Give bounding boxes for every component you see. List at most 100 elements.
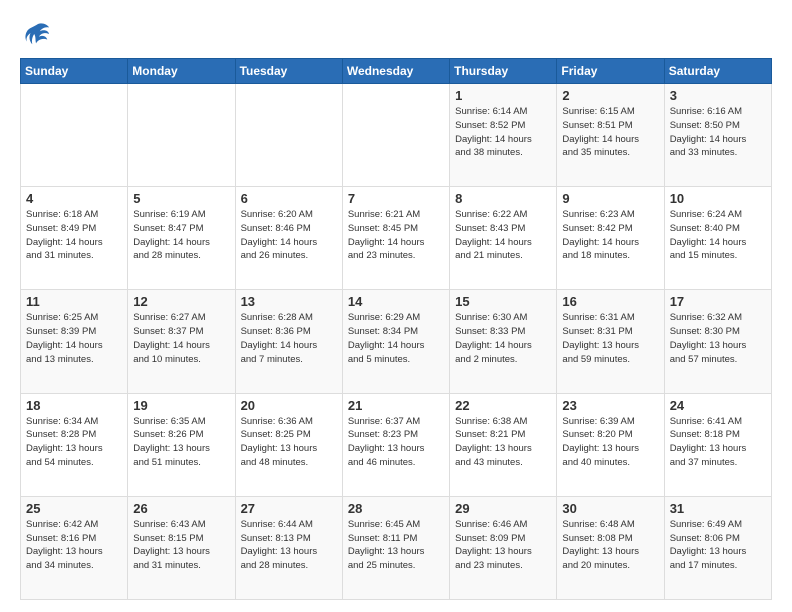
week-row-4: 18 Sunrise: 6:34 AM Sunset: 8:28 PM Dayli… xyxy=(21,393,772,496)
page: SundayMondayTuesdayWednesdayThursdayFrid… xyxy=(0,0,792,612)
calendar-cell: 21Sunrise: 6:37 AM Sunset: 8:23 PM Dayli… xyxy=(342,393,449,496)
day-info: Sunrise: 6:23 AM Sunset: 8:42 PM Dayligh… xyxy=(562,208,658,263)
day-number: 16 xyxy=(562,294,658,309)
calendar-cell: 2 Sunrise: 6:15 AM Sunset: 8:51 PM Daylig… xyxy=(557,84,664,187)
day-info: Sunrise: 6:24 AM Sunset: 8:40 PM Dayligh… xyxy=(670,208,766,263)
day-info: Sunrise: 6:48 AM Sunset: 8:08 PM Dayligh… xyxy=(562,518,658,573)
logo xyxy=(20,20,51,48)
day-info: Sunrise: 6:15 AM Sunset: 8:51 PM Dayligh… xyxy=(562,105,658,160)
logo-bird-icon xyxy=(23,20,51,48)
day-info: Sunrise: 6:27 AM Sunset: 8:37 PM Dayligh… xyxy=(133,311,229,366)
day-number: 4 xyxy=(26,191,122,206)
day-info: Sunrise: 6:21 AM Sunset: 8:45 PM Dayligh… xyxy=(348,208,444,263)
calendar-cell: 28 Sunrise: 6:45 AM Sunset: 8:11 PM Dayli… xyxy=(342,496,449,599)
day-number: 9 xyxy=(562,191,658,206)
day-number: 12 xyxy=(133,294,229,309)
day-info: Sunrise: 6:44 AM Sunset: 8:13 PM Dayligh… xyxy=(241,518,337,573)
day-info: Sunrise: 6:49 AM Sunset: 8:06 PM Dayligh… xyxy=(670,518,766,573)
calendar-cell: 26 Sunrise: 6:43 AM Sunset: 8:15 PM Dayli… xyxy=(128,496,235,599)
day-number: 23 xyxy=(562,398,658,413)
day-info: Sunrise: 6:30 AM Sunset: 8:33 PM Dayligh… xyxy=(455,311,551,366)
day-number: 1 xyxy=(455,88,551,103)
day-number: 8 xyxy=(455,191,551,206)
calendar-cell: 17 Sunrise: 6:32 AM Sunset: 8:30 PM Dayli… xyxy=(664,290,771,393)
calendar-cell: 12 Sunrise: 6:27 AM Sunset: 8:37 PM Dayli… xyxy=(128,290,235,393)
day-info: Sunrise: 6:37 AM Sunset: 8:23 PM Dayligh… xyxy=(348,415,444,470)
calendar-cell xyxy=(342,84,449,187)
day-number: 11 xyxy=(26,294,122,309)
weekday-header-saturday: Saturday xyxy=(664,59,771,84)
calendar-cell: 23 Sunrise: 6:39 AM Sunset: 8:20 PM Dayli… xyxy=(557,393,664,496)
calendar-cell: 27 Sunrise: 6:44 AM Sunset: 8:13 PM Dayli… xyxy=(235,496,342,599)
day-info: Sunrise: 6:25 AM Sunset: 8:39 PM Dayligh… xyxy=(26,311,122,366)
day-number: 14 xyxy=(348,294,444,309)
day-number: 26 xyxy=(133,501,229,516)
day-info: Sunrise: 6:18 AM Sunset: 8:49 PM Dayligh… xyxy=(26,208,122,263)
day-info: Sunrise: 6:45 AM Sunset: 8:11 PM Dayligh… xyxy=(348,518,444,573)
day-info: Sunrise: 6:20 AM Sunset: 8:46 PM Dayligh… xyxy=(241,208,337,263)
day-info: Sunrise: 6:41 AM Sunset: 8:18 PM Dayligh… xyxy=(670,415,766,470)
calendar-cell: 31 Sunrise: 6:49 AM Sunset: 8:06 PM Dayli… xyxy=(664,496,771,599)
day-number: 18 xyxy=(26,398,122,413)
calendar-cell: 25Sunrise: 6:42 AM Sunset: 8:16 PM Dayli… xyxy=(21,496,128,599)
calendar-cell: 4 Sunrise: 6:18 AM Sunset: 8:49 PM Daylig… xyxy=(21,187,128,290)
calendar-cell: 7Sunrise: 6:21 AM Sunset: 8:45 PM Daylig… xyxy=(342,187,449,290)
day-info: Sunrise: 6:34 AM Sunset: 8:28 PM Dayligh… xyxy=(26,415,122,470)
day-info: Sunrise: 6:35 AM Sunset: 8:26 PM Dayligh… xyxy=(133,415,229,470)
day-info: Sunrise: 6:43 AM Sunset: 8:15 PM Dayligh… xyxy=(133,518,229,573)
day-number: 27 xyxy=(241,501,337,516)
weekday-header-friday: Friday xyxy=(557,59,664,84)
day-number: 22 xyxy=(455,398,551,413)
day-info: Sunrise: 6:31 AM Sunset: 8:31 PM Dayligh… xyxy=(562,311,658,366)
calendar-cell xyxy=(128,84,235,187)
calendar-table: SundayMondayTuesdayWednesdayThursdayFrid… xyxy=(20,58,772,600)
weekday-header-tuesday: Tuesday xyxy=(235,59,342,84)
week-row-3: 11 Sunrise: 6:25 AM Sunset: 8:39 PM Dayli… xyxy=(21,290,772,393)
week-row-5: 25Sunrise: 6:42 AM Sunset: 8:16 PM Dayli… xyxy=(21,496,772,599)
day-number: 28 xyxy=(348,501,444,516)
day-number: 15 xyxy=(455,294,551,309)
calendar-cell: 22Sunrise: 6:38 AM Sunset: 8:21 PM Dayli… xyxy=(450,393,557,496)
day-number: 17 xyxy=(670,294,766,309)
calendar-cell xyxy=(235,84,342,187)
weekday-header-thursday: Thursday xyxy=(450,59,557,84)
day-info: Sunrise: 6:22 AM Sunset: 8:43 PM Dayligh… xyxy=(455,208,551,263)
calendar-header: SundayMondayTuesdayWednesdayThursdayFrid… xyxy=(21,59,772,84)
weekday-row: SundayMondayTuesdayWednesdayThursdayFrid… xyxy=(21,59,772,84)
day-info: Sunrise: 6:14 AM Sunset: 8:52 PM Dayligh… xyxy=(455,105,551,160)
week-row-1: 1 Sunrise: 6:14 AM Sunset: 8:52 PM Daylig… xyxy=(21,84,772,187)
day-number: 29 xyxy=(455,501,551,516)
day-number: 31 xyxy=(670,501,766,516)
calendar-cell: 1 Sunrise: 6:14 AM Sunset: 8:52 PM Daylig… xyxy=(450,84,557,187)
day-info: Sunrise: 6:28 AM Sunset: 8:36 PM Dayligh… xyxy=(241,311,337,366)
calendar-cell: 14 Sunrise: 6:29 AM Sunset: 8:34 PM Dayli… xyxy=(342,290,449,393)
calendar-body: 1 Sunrise: 6:14 AM Sunset: 8:52 PM Daylig… xyxy=(21,84,772,600)
calendar-cell: 8 Sunrise: 6:22 AM Sunset: 8:43 PM Daylig… xyxy=(450,187,557,290)
calendar-cell: 6Sunrise: 6:20 AM Sunset: 8:46 PM Daylig… xyxy=(235,187,342,290)
day-number: 30 xyxy=(562,501,658,516)
calendar-cell: 3Sunrise: 6:16 AM Sunset: 8:50 PM Daylig… xyxy=(664,84,771,187)
day-number: 2 xyxy=(562,88,658,103)
calendar-cell: 30 Sunrise: 6:48 AM Sunset: 8:08 PM Dayli… xyxy=(557,496,664,599)
calendar-cell: 5Sunrise: 6:19 AM Sunset: 8:47 PM Daylig… xyxy=(128,187,235,290)
calendar-cell: 24 Sunrise: 6:41 AM Sunset: 8:18 PM Dayli… xyxy=(664,393,771,496)
calendar-cell xyxy=(21,84,128,187)
day-info: Sunrise: 6:39 AM Sunset: 8:20 PM Dayligh… xyxy=(562,415,658,470)
calendar-cell: 29 Sunrise: 6:46 AM Sunset: 8:09 PM Dayli… xyxy=(450,496,557,599)
day-info: Sunrise: 6:19 AM Sunset: 8:47 PM Dayligh… xyxy=(133,208,229,263)
day-number: 13 xyxy=(241,294,337,309)
calendar-cell: 20Sunrise: 6:36 AM Sunset: 8:25 PM Dayli… xyxy=(235,393,342,496)
day-number: 24 xyxy=(670,398,766,413)
day-info: Sunrise: 6:42 AM Sunset: 8:16 PM Dayligh… xyxy=(26,518,122,573)
calendar-cell: 19Sunrise: 6:35 AM Sunset: 8:26 PM Dayli… xyxy=(128,393,235,496)
day-info: Sunrise: 6:46 AM Sunset: 8:09 PM Dayligh… xyxy=(455,518,551,573)
day-number: 3 xyxy=(670,88,766,103)
calendar-cell: 10Sunrise: 6:24 AM Sunset: 8:40 PM Dayli… xyxy=(664,187,771,290)
weekday-header-monday: Monday xyxy=(128,59,235,84)
calendar-cell: 16 Sunrise: 6:31 AM Sunset: 8:31 PM Dayli… xyxy=(557,290,664,393)
calendar-cell: 15 Sunrise: 6:30 AM Sunset: 8:33 PM Dayli… xyxy=(450,290,557,393)
weekday-header-wednesday: Wednesday xyxy=(342,59,449,84)
day-info: Sunrise: 6:29 AM Sunset: 8:34 PM Dayligh… xyxy=(348,311,444,366)
calendar-cell: 18 Sunrise: 6:34 AM Sunset: 8:28 PM Dayli… xyxy=(21,393,128,496)
day-info: Sunrise: 6:32 AM Sunset: 8:30 PM Dayligh… xyxy=(670,311,766,366)
